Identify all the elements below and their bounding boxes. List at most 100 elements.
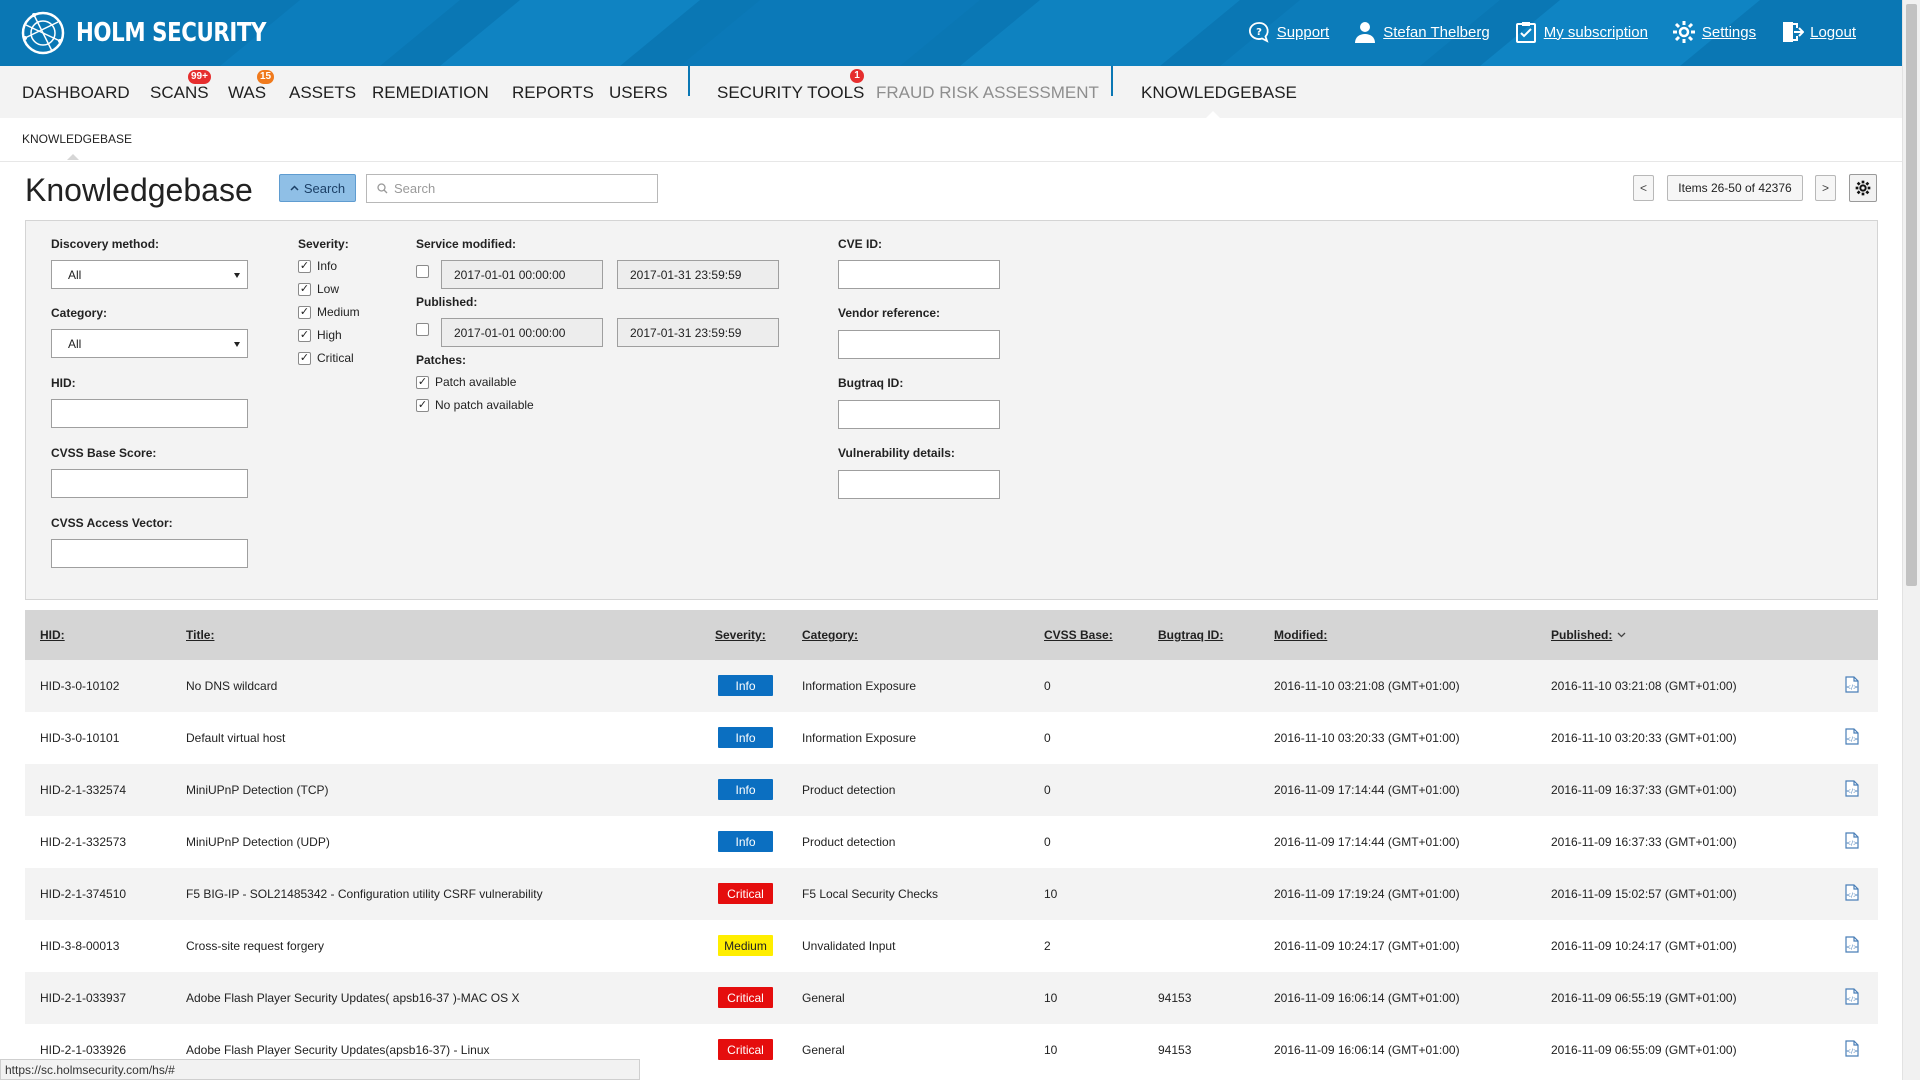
column-header-severity[interactable]: Severity:	[715, 628, 766, 642]
vulnerability-details-field[interactable]	[838, 470, 1000, 499]
severity-badge: Info	[718, 779, 773, 800]
logout-link[interactable]: Logout	[1780, 20, 1856, 44]
subscription-link[interactable]: My subscription	[1514, 20, 1648, 44]
cell-title[interactable]: MiniUPnP Detection (UDP)	[186, 835, 330, 849]
service-modified-from-field[interactable]: 2017-01-01 00:00:00	[441, 260, 603, 289]
nav-was[interactable]: WAS	[228, 83, 266, 103]
document-details-icon[interactable]: </>	[1845, 676, 1859, 693]
severity-badge: Info	[718, 831, 773, 852]
nav-knowledgebase[interactable]: KNOWLEDGEBASE	[1141, 83, 1297, 103]
cvss-base-score-field[interactable]	[51, 469, 248, 498]
document-details-icon[interactable]: </>	[1845, 1040, 1859, 1057]
nav-dashboard[interactable]: DASHBOARD	[22, 83, 130, 103]
document-details-icon[interactable]: </>	[1845, 728, 1859, 745]
user-profile-link[interactable]: Stefan Thelberg	[1353, 20, 1490, 44]
category-select[interactable]: All	[51, 329, 248, 358]
cvss-access-vector-field[interactable]	[51, 539, 248, 568]
prev-page-button[interactable]: <	[1633, 175, 1654, 201]
support-link-label: Support	[1276, 23, 1330, 41]
search-input[interactable]: Search	[366, 174, 658, 203]
top-header: HOLM SECURITY ? Support Stefan Thelberg …	[0, 0, 1902, 66]
column-header-category[interactable]: Category:	[802, 628, 858, 642]
cell-title[interactable]: No DNS wildcard	[186, 679, 277, 693]
logo[interactable]: HOLM SECURITY	[20, 10, 308, 56]
severity-high-checkbox[interactable]: ✓ High	[298, 328, 342, 342]
next-page-button[interactable]: >	[1815, 175, 1836, 201]
severity-badge: Critical	[718, 1039, 773, 1060]
published-from-field[interactable]: 2017-01-01 00:00:00	[441, 318, 603, 347]
table-row[interactable]: HID-2-1-374510 F5 BIG-IP - SOL21485342 -…	[25, 868, 1878, 920]
published-checkbox[interactable]	[416, 323, 429, 336]
table-settings-button[interactable]	[1849, 174, 1877, 202]
table-row[interactable]: HID-2-1-332574 MiniUPnP Detection (TCP) …	[25, 764, 1878, 816]
document-details-icon[interactable]: </>	[1845, 936, 1859, 953]
severity-info-checkbox[interactable]: ✓ Info	[298, 259, 337, 273]
settings-link[interactable]: Settings	[1672, 20, 1756, 44]
cell-modified: 2016-11-09 10:24:17 (GMT+01:00)	[1274, 939, 1460, 953]
document-details-icon[interactable]: </>	[1845, 832, 1859, 849]
bugtraq-id-field[interactable]	[838, 400, 1000, 429]
severity-low-checkbox[interactable]: ✓ Low	[298, 282, 339, 296]
cvss-access-vector-label: CVSS Access Vector:	[51, 516, 173, 530]
browser-status-url: https://sc.holmsecurity.com/hs/#	[0, 1059, 640, 1080]
service-modified-label: Service modified:	[416, 237, 517, 251]
table-row[interactable]: HID-3-0-10101 Default virtual host Info …	[25, 712, 1878, 764]
cell-cvss: 10	[1044, 991, 1058, 1005]
checkbox-unchecked	[416, 323, 429, 336]
table-row[interactable]: HID-2-1-033937 Adobe Flash Player Securi…	[25, 972, 1878, 1024]
vendor-reference-label: Vendor reference:	[838, 306, 941, 320]
column-header-hid[interactable]: HID:	[40, 628, 65, 642]
page-scrollbar[interactable]	[1902, 0, 1920, 1080]
cell-published: 2016-11-09 16:37:33 (GMT+01:00)	[1551, 835, 1737, 849]
table-row[interactable]: HID-3-8-00013 Cross-site request forgery…	[25, 920, 1878, 972]
service-modified-checkbox[interactable]	[416, 265, 429, 278]
cell-title[interactable]: Cross-site request forgery	[186, 939, 324, 953]
cell-modified: 2016-11-10 03:20:33 (GMT+01:00)	[1274, 731, 1460, 745]
sort-desc-icon[interactable]	[1617, 632, 1626, 638]
column-header-cvss-base[interactable]: CVSS Base:	[1044, 628, 1113, 642]
table-row[interactable]: HID-3-0-10102 No DNS wildcard Info Infor…	[25, 660, 1878, 712]
no-patch-available-checkbox[interactable]: ✓ No patch available	[416, 398, 534, 412]
nav-users[interactable]: USERS	[609, 83, 668, 103]
cell-title[interactable]: Adobe Flash Player Security Updates(apsb…	[186, 1043, 490, 1057]
settings-link-label: Settings	[1701, 23, 1757, 41]
column-header-modified[interactable]: Modified:	[1274, 628, 1327, 642]
hid-field[interactable]	[51, 399, 248, 428]
discovery-method-select[interactable]: All	[51, 260, 248, 289]
column-header-title[interactable]: Title:	[186, 628, 214, 642]
nav-assets[interactable]: ASSETS	[289, 83, 356, 103]
severity-medium-checkbox[interactable]: ✓ Medium	[298, 305, 360, 319]
cell-title[interactable]: F5 BIG-IP - SOL21485342 - Configuration …	[186, 887, 543, 901]
nav-remediation[interactable]: REMEDIATION	[372, 83, 489, 103]
cell-hid: HID-3-0-10101	[40, 731, 120, 745]
active-nav-indicator	[1206, 111, 1220, 118]
service-modified-to-field[interactable]: 2017-01-31 23:59:59	[617, 260, 779, 289]
cell-title[interactable]: MiniUPnP Detection (TCP)	[186, 783, 329, 797]
document-details-icon[interactable]: </>	[1845, 780, 1859, 797]
nav-fraud-risk-assessment[interactable]: FRAUD RISK ASSESSMENT	[876, 83, 1099, 103]
cell-title[interactable]: Adobe Flash Player Security Updates( aps…	[186, 991, 519, 1005]
published-to-field[interactable]: 2017-01-31 23:59:59	[617, 318, 779, 347]
column-header-published[interactable]: Published:	[1551, 628, 1612, 642]
patch-available-checkbox[interactable]: ✓ Patch available	[416, 375, 516, 389]
cve-id-field[interactable]	[838, 260, 1000, 289]
cell-title[interactable]: Default virtual host	[186, 731, 285, 745]
breadcrumb[interactable]: KNOWLEDGEBASE	[22, 132, 132, 146]
column-header-bugtraq-id[interactable]: Bugtraq ID:	[1158, 628, 1223, 642]
document-details-icon[interactable]: </>	[1845, 884, 1859, 901]
severity-label: Severity:	[298, 237, 349, 251]
nav-security-tools[interactable]: SECURITY TOOLS	[717, 83, 864, 103]
search-toggle-button[interactable]: Search	[279, 174, 356, 202]
nav-scans[interactable]: SCANS	[150, 83, 209, 103]
scrollbar-thumb[interactable]	[1906, 4, 1917, 586]
document-details-icon[interactable]: </>	[1845, 988, 1859, 1005]
svg-text:</>: </>	[1846, 788, 1858, 795]
table-row[interactable]: HID-2-1-332573 MiniUPnP Detection (UDP) …	[25, 816, 1878, 868]
support-link[interactable]: ? Support	[1247, 20, 1330, 44]
nav-reports[interactable]: REPORTS	[512, 83, 594, 103]
cell-hid: HID-2-1-332574	[40, 783, 127, 797]
vendor-reference-field[interactable]	[838, 330, 1000, 359]
severity-critical-checkbox[interactable]: ✓ Critical	[298, 351, 354, 365]
checkbox-unchecked	[416, 265, 429, 278]
cell-cvss: 10	[1044, 887, 1058, 901]
